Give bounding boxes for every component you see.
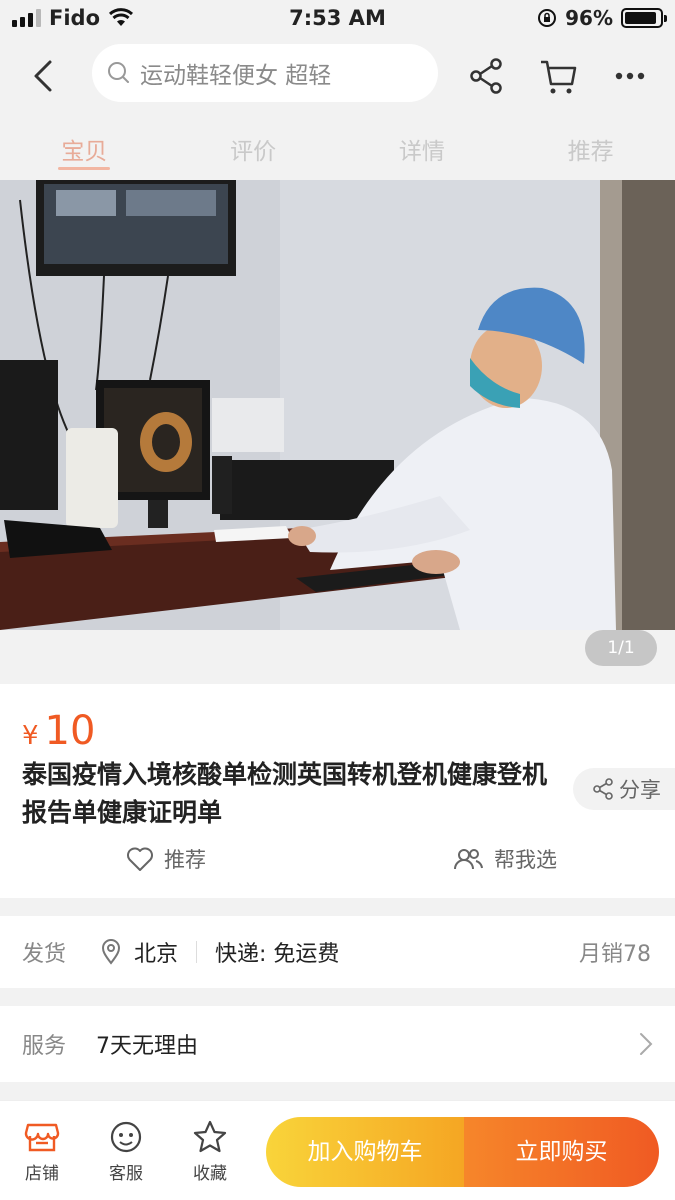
shop-label: 店铺: [25, 1164, 59, 1184]
nav-bar: 运动鞋轻便女 超轻: [0, 38, 675, 110]
chevron-right-icon: [640, 1033, 653, 1055]
monthly-sales: 月销78: [579, 942, 651, 967]
more-icon[interactable]: [610, 56, 650, 96]
product-image[interactable]: [0, 180, 675, 630]
product-info-card: ¥ 10 泰国疫情入境核酸单检测英国转机登机健康登机报告单健康证明单 分享 推荐…: [0, 684, 675, 898]
share-button[interactable]: 分享: [573, 768, 675, 810]
heart-icon: [127, 847, 153, 871]
cart-icon[interactable]: [538, 56, 578, 96]
shipping-courier: 快递: 免运费: [215, 942, 340, 967]
help-choose-label: 帮我选: [494, 848, 557, 872]
service-label: 服务: [22, 1034, 67, 1059]
search-input[interactable]: 运动鞋轻便女 超轻: [92, 44, 438, 102]
gallery-footer: [0, 630, 675, 682]
back-icon[interactable]: [22, 54, 66, 98]
status-right: 96%: [537, 6, 667, 30]
product-title: 泰国疫情入境核酸单检测英国转机登机健康登机报告单健康证明单: [22, 760, 548, 827]
divider: [196, 941, 198, 963]
tab-details[interactable]: 详情: [338, 110, 507, 180]
share-icon[interactable]: [466, 56, 506, 96]
battery-percent: 96%: [565, 6, 613, 30]
favorite-label: 收藏: [193, 1164, 227, 1184]
share-icon: [593, 778, 613, 800]
status-bar: Fido 7:53 AM 96%: [0, 0, 675, 38]
customer-service-button[interactable]: 客服: [96, 1119, 156, 1184]
service-row[interactable]: 服务 7天无理由: [0, 1006, 675, 1082]
shipping-row: 发货 北京 快递: 免运费 月销78: [0, 916, 675, 988]
add-to-cart-button[interactable]: 加入购物车: [266, 1117, 464, 1187]
location-icon: [102, 939, 121, 965]
people-icon: [454, 849, 483, 870]
buy-now-button[interactable]: 立即购买: [464, 1117, 659, 1187]
shipping-location: 北京: [134, 942, 179, 967]
shop-icon: [24, 1123, 60, 1152]
customer-service-label: 客服: [109, 1164, 143, 1184]
chat-face-icon: [110, 1121, 142, 1153]
search-icon: [108, 62, 129, 83]
service-value: 7天无理由: [96, 1034, 199, 1059]
shipping-label: 发货: [22, 942, 67, 967]
orientation-lock-icon: [538, 9, 557, 27]
price-value: 10: [44, 708, 96, 754]
favorite-button[interactable]: 收藏: [180, 1119, 240, 1184]
currency-symbol: ¥: [22, 721, 39, 751]
shop-button[interactable]: 店铺: [12, 1119, 72, 1184]
recommend-button[interactable]: 推荐: [126, 844, 206, 874]
share-label: 分享: [619, 778, 661, 802]
bottom-action-bar: 店铺 客服 收藏 加入购物车 立即购买: [0, 1100, 675, 1200]
page-indicator: 1/1: [585, 630, 657, 666]
help-choose-button[interactable]: 帮我选: [452, 844, 557, 874]
search-placeholder: 运动鞋轻便女 超轻: [140, 63, 332, 89]
tab-reviews[interactable]: 评价: [169, 110, 338, 180]
section-tabs: 宝贝 评价 详情 推荐: [0, 110, 675, 180]
price: ¥ 10: [22, 708, 95, 754]
tab-item[interactable]: 宝贝: [0, 110, 169, 180]
tab-recommend[interactable]: 推荐: [506, 110, 675, 180]
battery-icon: [621, 8, 667, 28]
recommend-label: 推荐: [164, 848, 206, 872]
star-icon: [193, 1120, 227, 1153]
